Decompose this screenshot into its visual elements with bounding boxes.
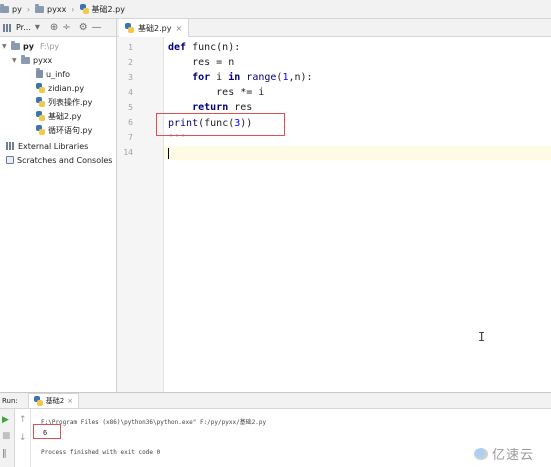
tree-item-u-info[interactable]: u_info: [36, 67, 70, 81]
code-line-4: res *= i: [168, 87, 265, 98]
scroll-up-icon[interactable]: ↑: [19, 415, 27, 425]
code-line-1: def func(n):: [168, 42, 241, 53]
tree-item-loop[interactable]: 循环语句.py: [36, 123, 92, 137]
run-panel-header: Run: 基础2 ×: [0, 392, 551, 409]
breadcrumb-label: 基础2.py: [91, 4, 125, 14]
console-output[interactable]: F:\Program Files (x86)\python36\python.e…: [31, 409, 551, 467]
console-command: F:\Program Files (x86)\python36\python.e…: [41, 419, 267, 426]
gear-icon[interactable]: ⚙: [79, 22, 88, 33]
scroll-down-icon[interactable]: ↓: [19, 433, 27, 443]
text-caret: [168, 148, 169, 159]
editor-tab[interactable]: 基础2.py ×: [119, 19, 190, 37]
cloud-logo-icon: [474, 447, 488, 460]
line-number: 1: [128, 43, 133, 52]
python-file-icon: [36, 83, 45, 93]
stop-icon[interactable]: ■: [2, 431, 11, 441]
close-icon[interactable]: ×: [67, 397, 73, 405]
project-panel-title[interactable]: Pr...: [16, 23, 31, 32]
breadcrumb-item-file[interactable]: 基础2.py: [79, 4, 125, 15]
folder-icon: [0, 3, 9, 13]
breadcrumb-separator: ›: [71, 4, 75, 14]
tree-item-path: F:\py: [39, 41, 60, 51]
python-file-icon: [125, 23, 134, 33]
tree-item-external-libraries[interactable]: External Libraries: [6, 139, 88, 153]
line-number: 14: [123, 148, 133, 157]
hide-panel-icon[interactable]: —: [92, 22, 102, 33]
tree-item-basics2[interactable]: 基础2.py: [36, 109, 81, 123]
tree-item-label: 循环语句.py: [48, 125, 93, 135]
line-number: 4: [128, 88, 133, 97]
breadcrumb-item-py[interactable]: py: [0, 3, 22, 14]
tree-item-label: py: [23, 41, 34, 51]
rerun-icon[interactable]: ▶: [2, 415, 9, 425]
python-file-icon: [36, 125, 45, 135]
annotation-highlight-box: [156, 113, 285, 136]
mouse-ibeam-cursor-icon: I: [478, 330, 486, 344]
breadcrumb-item-pyxx[interactable]: pyxx: [35, 3, 67, 14]
pause-icon[interactable]: ∥: [2, 449, 7, 459]
project-icon: [3, 23, 12, 32]
code-line-3: for i in range(1,n):: [192, 72, 313, 83]
navigation-breadcrumb: py › pyxx › 基础2.py: [0, 0, 551, 19]
watermark-text: 亿速云: [492, 448, 535, 463]
python-file-icon: [36, 97, 45, 107]
run-tab-label: 基础2: [45, 397, 65, 405]
folder-icon: [21, 54, 30, 64]
collapse-all-icon[interactable]: ÷: [62, 22, 70, 33]
run-toolbar: ▶ ■ ∥: [0, 409, 15, 467]
library-icon: [6, 142, 15, 150]
python-file-icon: [33, 396, 43, 406]
target-icon[interactable]: ⊕: [50, 22, 58, 33]
line-number: 3: [128, 73, 133, 82]
project-panel-header: Pr... ▾ ⊕ ÷ ⚙ —: [0, 19, 117, 37]
tree-item-label: u_info: [46, 69, 71, 79]
chevron-down-icon[interactable]: ▾: [35, 22, 40, 33]
python-file-icon: [36, 111, 45, 121]
folder-icon: [11, 40, 20, 50]
current-line-highlight: [164, 146, 551, 160]
folder-icon: [35, 3, 45, 13]
code-line-2: res = n: [168, 57, 235, 68]
console-exit-status: Process finished with exit code 0: [41, 449, 161, 456]
line-number: 2: [128, 58, 133, 67]
tree-item-zidian[interactable]: zidian.py: [36, 81, 84, 95]
annotation-highlight-box: [33, 424, 61, 439]
close-icon[interactable]: ×: [175, 24, 182, 33]
line-number: 5: [128, 103, 133, 112]
run-toolbar-secondary: ↑ ↓: [15, 409, 31, 467]
project-tree: ▼ py F:\py ▼ pyxx u_info zidian.py 列表操作.…: [0, 37, 117, 392]
run-panel-label: Run:: [2, 396, 18, 405]
breadcrumb-separator: ›: [26, 4, 31, 14]
watermark: 亿速云: [474, 444, 534, 463]
tree-item-py-root[interactable]: ▼ py F:\py: [2, 39, 59, 53]
run-tab[interactable]: 基础2 ×: [27, 393, 80, 408]
tree-item-list-ops[interactable]: 列表操作.py: [36, 95, 92, 109]
chevron-down-icon[interactable]: ▼: [12, 57, 18, 64]
scratch-icon: [6, 156, 14, 164]
editor-tab-label: 基础2.py: [138, 23, 172, 33]
tree-item-label: 列表操作.py: [48, 97, 93, 107]
tree-item-label: zidian.py: [48, 83, 85, 93]
breadcrumb-label: pyxx: [47, 4, 67, 14]
tree-item-scratches[interactable]: Scratches and Consoles: [6, 153, 112, 167]
tree-item-label: 基础2.py: [48, 111, 82, 121]
breadcrumb-label: py: [12, 4, 22, 14]
tree-item-pyxx[interactable]: ▼ pyxx: [12, 53, 52, 67]
line-number: 7: [128, 133, 133, 142]
editor-tab-bar: 基础2.py ×: [117, 19, 551, 37]
tree-item-label: pyxx: [33, 55, 53, 65]
tree-item-label: External Libraries: [18, 141, 89, 151]
tree-item-label: Scratches and Consoles: [17, 155, 113, 165]
line-number: 6: [128, 118, 133, 127]
line-number-gutter: 1 2 3 4 5 6 7 14: [117, 37, 164, 392]
chevron-down-icon[interactable]: ▼: [2, 43, 8, 50]
python-file-icon: [79, 4, 89, 14]
code-editor[interactable]: def func(n): res = n for i in range(1,n)…: [164, 37, 551, 392]
module-icon: [36, 68, 43, 78]
